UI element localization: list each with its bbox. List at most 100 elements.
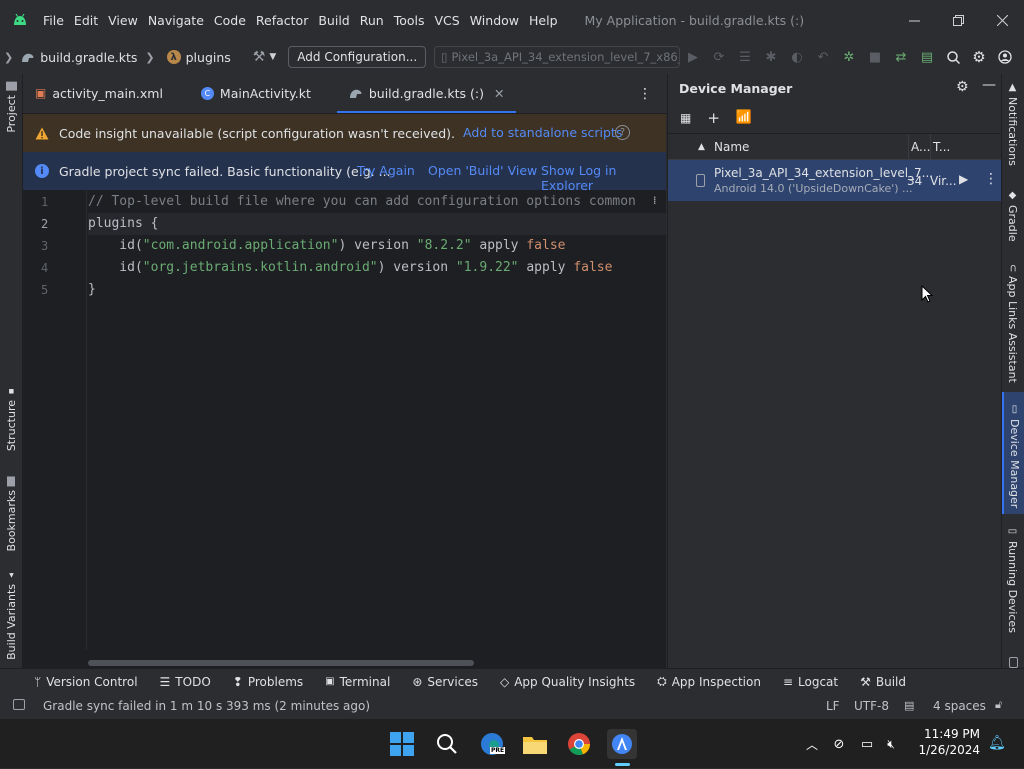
menu-tools[interactable]: Tools — [389, 13, 430, 28]
tab-activity-main[interactable]: ▣ activity_main.xml — [23, 73, 175, 113]
chrome-browser-icon[interactable] — [564, 729, 594, 759]
add-configuration-button[interactable]: Add Configuration... — [288, 46, 427, 68]
menu-help[interactable]: Help — [524, 13, 563, 28]
panel-toggle-icon[interactable] — [13, 699, 25, 710]
volume-muted-icon[interactable]: 🔇︎ — [880, 737, 902, 752]
more-vertical-icon[interactable]: ⋮ — [638, 86, 652, 102]
device-row[interactable]: Pixel_3a_API_34_extension_level_7... And… — [668, 160, 1002, 201]
problems-tool-button[interactable]: ❢ Problems — [233, 675, 303, 689]
show-log-link[interactable]: Show Log in Explorer — [541, 163, 666, 193]
network-off-icon[interactable]: ⊘ — [824, 737, 854, 752]
terminal-icon: ▣ — [325, 676, 335, 687]
sort-ascending-icon[interactable]: ▲ — [698, 142, 705, 152]
running-devices-tool-button[interactable]: ▭ Running Devices — [1006, 526, 1019, 633]
edge-browser-icon[interactable]: PRE — [477, 729, 507, 759]
column-api[interactable]: A... — [908, 133, 930, 160]
menu-vcs[interactable]: VCS — [430, 13, 465, 28]
horizontal-scrollbar[interactable] — [88, 660, 474, 666]
gear-icon[interactable]: ⚙ — [956, 79, 969, 95]
windows-start-button[interactable] — [387, 729, 417, 759]
apply-changes-icon[interactable]: ↶ — [810, 50, 836, 65]
help-icon[interactable]: ? — [615, 125, 630, 140]
add-standalone-scripts-link[interactable]: Add to standalone scripts — [463, 125, 622, 140]
project-tool-button[interactable]: Project — [5, 82, 18, 133]
chevron-down-icon[interactable]: ▼ — [269, 52, 276, 62]
app-inspection-tool-button[interactable]: ⛭ App Inspection — [657, 674, 761, 689]
taskbar-search-icon[interactable] — [432, 729, 462, 759]
logcat-tool-button[interactable]: ≡ Logcat — [783, 675, 838, 689]
device-selector[interactable]: ▯ Pixel_3a_API_34_extension_level_7_x86_… — [434, 46, 681, 68]
phone-icon[interactable] — [1009, 657, 1018, 668]
line-separator[interactable]: LF — [826, 699, 840, 713]
memory-indicator-icon[interactable]: ▤ — [904, 699, 914, 712]
bookmarks-tool-button[interactable]: Bookmarks — [5, 476, 18, 551]
build-variants-tool-button[interactable]: Build Variants ▴ — [5, 570, 18, 660]
minimize-button[interactable] — [892, 0, 936, 40]
menu-view[interactable]: View — [103, 13, 143, 28]
app-quality-insights-tool-button[interactable]: ◇ App Quality Insights — [500, 675, 635, 689]
sync-gradle-icon[interactable]: ⇄ — [888, 50, 914, 65]
tab-main-activity[interactable]: C MainActivity.kt — [189, 73, 323, 113]
structure-tool-button[interactable]: Structure ▪ — [5, 386, 18, 451]
pair-wifi-icon[interactable]: 📶 — [736, 110, 752, 125]
attach-debugger-icon[interactable]: ✲ — [836, 50, 862, 65]
device-manager-tool-button[interactable]: ▯ Device Manager — [1002, 392, 1024, 514]
add-device-icon[interactable]: + — [707, 109, 720, 127]
menu-run[interactable]: Run — [355, 13, 389, 28]
search-icon[interactable] — [940, 50, 966, 64]
code-editor[interactable]: 1 2 3 4 5 // Top-level build file where … — [23, 190, 666, 668]
menu-file[interactable]: File — [38, 13, 69, 28]
terminal-tool-button[interactable]: ▣ Terminal — [325, 675, 390, 689]
menu-build[interactable]: Build — [313, 13, 354, 28]
gradle-tool-button[interactable]: ◆ Gradle — [1006, 190, 1019, 242]
breadcrumb-file[interactable]: build.gradle.kts — [21, 50, 137, 65]
open-build-view-link[interactable]: Open 'Build' View — [428, 163, 537, 178]
gear-icon[interactable]: ⚙ — [966, 48, 992, 66]
notification-bell-icon[interactable]: 🔔︎ — [988, 735, 1006, 751]
reader-mode-icon[interactable]: ⁞ — [653, 194, 657, 207]
rerun-icon[interactable]: ⟳ — [706, 50, 732, 65]
stop-icon[interactable]: ■ — [862, 50, 888, 65]
indent-setting[interactable]: 4 spaces — [933, 699, 986, 713]
device-group-icon[interactable]: ▦ — [680, 111, 691, 125]
column-type[interactable]: T... — [930, 133, 950, 160]
lock-icon[interactable]: 🔓︎ — [995, 698, 1002, 712]
status-message[interactable]: Gradle sync failed in 1 m 10 s 393 ms (2… — [43, 699, 370, 713]
chevron-up-icon[interactable]: ︿ — [800, 736, 824, 753]
android-studio-taskbar-icon[interactable] — [607, 729, 637, 759]
menu-refactor[interactable]: Refactor — [251, 13, 313, 28]
tab-build-gradle[interactable]: build.gradle.kts (:) ✕ — [336, 73, 517, 113]
display-icon[interactable]: ▭ — [854, 737, 880, 752]
right-tool-bar: ▲ Notifications ◆ Gradle ⊂ App Links Ass… — [1001, 74, 1024, 668]
file-explorer-icon[interactable] — [520, 729, 550, 759]
menu-window[interactable]: Window — [465, 13, 524, 28]
run-icon[interactable]: ▶ — [680, 50, 706, 65]
device-mirror-icon[interactable]: ▤ — [914, 50, 940, 65]
version-control-tool-button[interactable]: ᛘ Version Control — [34, 675, 138, 689]
build-tool-button[interactable]: ⚒ Build — [860, 675, 906, 689]
column-name[interactable]: Name — [714, 140, 749, 154]
menu-navigate[interactable]: Navigate — [143, 13, 209, 28]
debug-icon[interactable]: ✱ — [758, 50, 784, 65]
todo-tool-button[interactable]: ☰ TODO — [160, 675, 211, 689]
user-icon[interactable] — [992, 50, 1018, 64]
coverage-icon[interactable]: ☰ — [732, 50, 758, 65]
breadcrumb-symbol[interactable]: λ plugins — [166, 50, 231, 65]
play-icon[interactable]: ▶ — [959, 172, 968, 186]
file-encoding[interactable]: UTF-8 — [854, 699, 889, 713]
profile-icon[interactable]: ◐ — [784, 50, 810, 65]
restore-button[interactable] — [936, 0, 980, 40]
try-again-link[interactable]: Try Again — [357, 163, 415, 178]
services-tool-button[interactable]: ⊛ Services — [412, 675, 478, 689]
app-links-tool-button[interactable]: ⊂ App Links Assistant — [1006, 264, 1019, 383]
minimize-panel-icon[interactable]: — — [982, 77, 996, 93]
notifications-tool-button[interactable]: ▲ Notifications — [1006, 82, 1019, 166]
more-vertical-icon[interactable]: ⋮ — [984, 171, 998, 187]
hammer-icon[interactable]: ⚒ — [253, 49, 266, 65]
menu-code[interactable]: Code — [209, 13, 251, 28]
close-tab-icon[interactable]: ✕ — [494, 86, 504, 101]
menu-edit[interactable]: Edit — [69, 13, 103, 28]
close-button[interactable] — [980, 0, 1024, 40]
clock[interactable]: 11:49 PM 1/26/2024 — [916, 727, 980, 757]
system-tray: ︿ ⊘ ▭ 🔇︎ — [800, 719, 902, 769]
